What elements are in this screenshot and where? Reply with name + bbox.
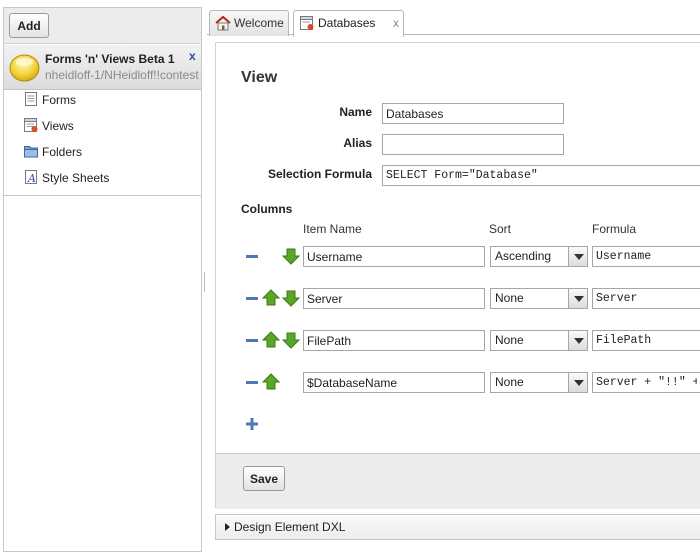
column-sort-select[interactable]: None — [490, 372, 588, 393]
remove-column-button[interactable] — [246, 297, 258, 300]
select-value: None — [495, 291, 524, 305]
chevron-down-icon — [568, 373, 587, 392]
design-nav: Forms Views Folders A Style Sheets — [4, 90, 201, 194]
move-down-icon[interactable] — [282, 289, 300, 307]
tab-welcome[interactable]: Welcome — [209, 10, 289, 36]
splitter-grip — [204, 272, 206, 292]
nav-item-views[interactable]: Views — [4, 116, 201, 142]
remove-column-button[interactable] — [246, 339, 258, 342]
nav-divider — [4, 195, 201, 196]
alias-input[interactable] — [382, 134, 564, 155]
column-sort-select[interactable]: None — [490, 288, 588, 309]
nav-item-forms[interactable]: Forms — [4, 90, 201, 116]
select-value: None — [495, 333, 524, 347]
column-formula-input[interactable] — [592, 330, 700, 351]
save-button[interactable]: Save — [243, 466, 285, 491]
alias-label: Alias — [343, 136, 372, 150]
column-formula-input[interactable] — [592, 372, 700, 393]
close-application-button[interactable]: x — [189, 49, 196, 63]
application-path: nheidloff-1/NHeidloff!!contest — [45, 68, 199, 82]
column-formula-input[interactable] — [592, 246, 700, 267]
select-value: None — [495, 375, 524, 389]
chevron-down-icon — [568, 331, 587, 350]
remove-column-button[interactable] — [246, 255, 258, 258]
column-item-name-input[interactable] — [303, 288, 485, 309]
move-up-icon[interactable] — [262, 331, 280, 349]
column-header-sort: Sort — [489, 222, 512, 236]
nav-label: Style Sheets — [42, 171, 110, 185]
nav-label: Views — [42, 119, 74, 133]
name-input[interactable] — [382, 103, 564, 124]
view-icon — [24, 118, 38, 132]
design-element-dxl-toggle[interactable]: Design Element DXL — [215, 514, 700, 540]
column-item-name-input[interactable] — [303, 372, 485, 393]
column-item-name-input[interactable] — [303, 246, 485, 267]
column-sort-select[interactable]: Ascending — [490, 246, 588, 267]
select-value: Ascending — [495, 249, 552, 263]
selection-formula-label: Selection Formula — [267, 167, 372, 181]
add-button[interactable]: Add — [9, 13, 49, 38]
column-formula-input[interactable] — [592, 288, 700, 309]
editor-footer: Save — [216, 453, 700, 509]
close-tab-button[interactable]: x — [393, 11, 399, 35]
application-row[interactable]: Forms 'n' Views Beta 1 nheidloff-1/NHeid… — [4, 45, 201, 90]
view-editor: View Name Alias Selection Formula Column… — [215, 42, 700, 509]
form-icon — [25, 92, 37, 106]
chevron-down-icon — [568, 289, 587, 308]
move-down-icon[interactable] — [282, 331, 300, 349]
tab-label: Databases — [318, 16, 376, 30]
column-sort-select[interactable]: None — [490, 330, 588, 351]
left-panel: Add Forms 'n' Views Beta 1 nheidloff-1/N… — [3, 7, 202, 552]
home-icon — [215, 15, 231, 31]
editor-panel: Welcome Databases x View Name Alias Sele… — [207, 7, 700, 552]
application-title: Forms 'n' Views Beta 1 — [45, 52, 175, 66]
database-icon — [300, 16, 314, 30]
selection-formula-input[interactable] — [382, 165, 700, 186]
svg-text:A: A — [27, 172, 36, 185]
expand-triangle-icon — [225, 523, 230, 531]
nav-item-style-sheets[interactable]: A Style Sheets — [4, 168, 201, 194]
columns-heading: Columns — [241, 202, 293, 216]
column-header-item-name: Item Name — [303, 222, 362, 236]
dxl-label: Design Element DXL — [234, 520, 346, 534]
page-title: View — [241, 69, 278, 86]
tab-bar: Welcome Databases x — [207, 7, 700, 37]
tab-label: Welcome — [234, 16, 284, 30]
application-icon — [9, 54, 40, 82]
nav-item-folders[interactable]: Folders — [4, 142, 201, 168]
stylesheet-icon: A — [25, 170, 37, 185]
add-toolbar: Add — [4, 8, 201, 44]
column-item-name-input[interactable] — [303, 330, 485, 351]
move-up-icon[interactable] — [262, 289, 280, 307]
move-up-icon[interactable] — [262, 373, 280, 391]
nav-label: Forms — [42, 93, 76, 107]
column-header-formula: Formula — [592, 222, 637, 236]
tab-databases[interactable]: Databases x — [293, 10, 404, 37]
app-window: Add Forms 'n' Views Beta 1 nheidloff-1/N… — [0, 0, 700, 557]
remove-column-button[interactable] — [246, 381, 258, 384]
folder-icon — [24, 146, 38, 158]
chevron-down-icon — [568, 247, 587, 266]
add-column-icon[interactable] — [246, 418, 258, 430]
nav-label: Folders — [42, 145, 83, 159]
move-down-icon[interactable] — [282, 247, 300, 265]
name-label: Name — [339, 105, 372, 119]
